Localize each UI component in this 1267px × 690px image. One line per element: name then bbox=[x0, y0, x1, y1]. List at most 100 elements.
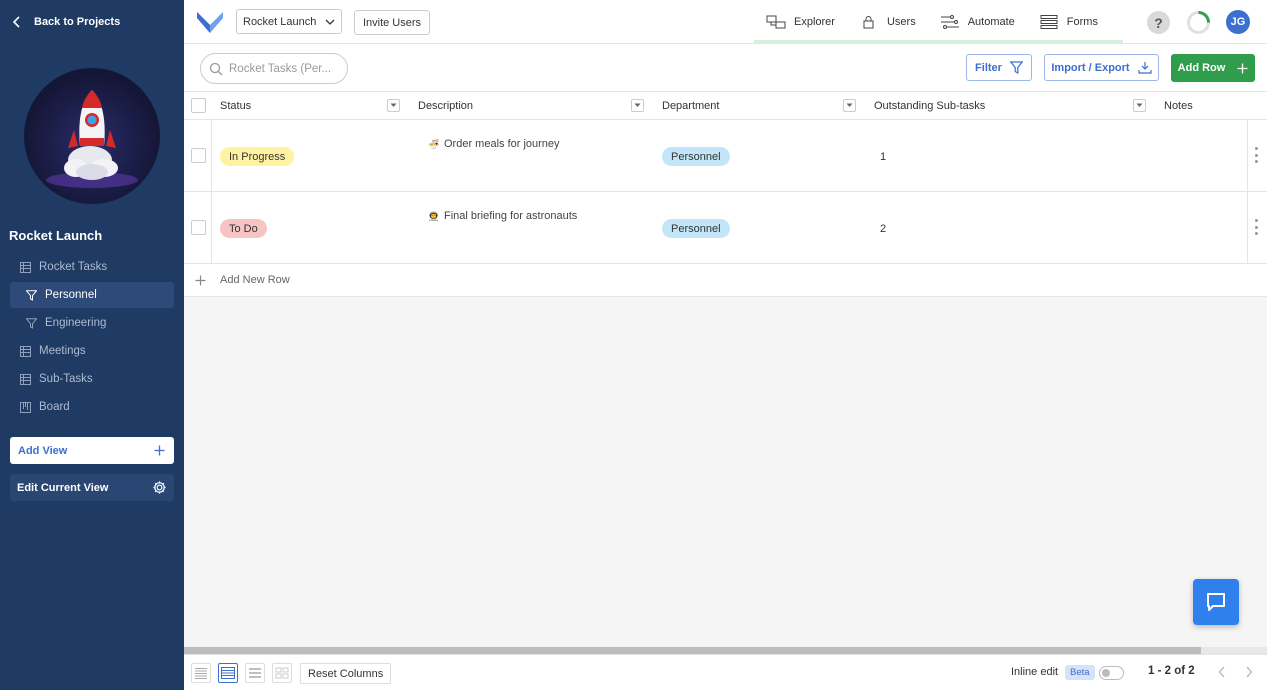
row-menu-icon[interactable] bbox=[1255, 219, 1259, 235]
back-to-projects-link[interactable]: Back to Projects bbox=[12, 12, 120, 32]
noodles-icon: 🍜 bbox=[428, 138, 440, 149]
sidebar-item-label: Rocket Tasks bbox=[39, 261, 108, 273]
add-view-button[interactable]: Add View bbox=[10, 437, 174, 464]
search-input[interactable]: Rocket Tasks (Per... bbox=[200, 53, 348, 84]
rows-compact-icon bbox=[195, 668, 207, 679]
filter-button[interactable]: Filter bbox=[966, 54, 1032, 81]
row-checkbox[interactable] bbox=[191, 148, 206, 163]
app-logo-icon[interactable] bbox=[196, 9, 224, 35]
import-export-button[interactable]: Import / Export bbox=[1044, 54, 1159, 81]
description-text: Order meals for journey bbox=[444, 138, 560, 150]
tab-label: Forms bbox=[1066, 16, 1098, 28]
department-badge[interactable]: Personnel bbox=[662, 147, 730, 166]
sidebar-item-rocket-tasks[interactable]: Rocket Tasks bbox=[10, 254, 174, 280]
subtasks-count[interactable]: 2 bbox=[880, 223, 886, 235]
board-icon bbox=[20, 401, 31, 413]
column-header-status[interactable]: Status bbox=[220, 92, 251, 120]
forms-icon bbox=[1040, 15, 1058, 29]
download-icon bbox=[1138, 62, 1152, 74]
edit-view-label: Edit Current View bbox=[17, 481, 109, 494]
row-divider bbox=[211, 120, 212, 192]
tab-forms[interactable]: Forms bbox=[1027, 0, 1110, 44]
project-select-value: Rocket Launch bbox=[243, 15, 317, 28]
table-icon bbox=[20, 261, 31, 273]
active-tab-indicator bbox=[754, 40, 1123, 43]
sidebar-item-personnel[interactable]: Personnel bbox=[10, 282, 174, 308]
column-menu-outstanding-subtasks[interactable] bbox=[1133, 99, 1146, 112]
density-grid-button[interactable] bbox=[272, 663, 292, 683]
reset-columns-button[interactable]: Reset Columns bbox=[300, 663, 392, 684]
filter-label: Filter bbox=[975, 61, 1002, 74]
user-avatar[interactable]: JG bbox=[1226, 10, 1250, 34]
row-divider bbox=[1247, 120, 1248, 192]
sidebar-item-board[interactable]: Board bbox=[10, 394, 174, 420]
table-icon bbox=[20, 373, 31, 385]
horizontal-scrollbar[interactable] bbox=[184, 647, 1267, 654]
tab-label: Users bbox=[886, 16, 916, 28]
add-new-row-button[interactable]: Add New Row bbox=[184, 264, 1267, 297]
select-all-checkbox[interactable] bbox=[191, 98, 206, 113]
density-standard-button[interactable] bbox=[218, 663, 238, 683]
density-comfortable-button[interactable] bbox=[245, 663, 265, 683]
column-menu-description[interactable] bbox=[631, 99, 644, 112]
description-cell[interactable]: 🍜 Order meals for journey bbox=[428, 138, 560, 150]
progress-ring-icon bbox=[1187, 11, 1210, 34]
project-avatar bbox=[24, 68, 160, 204]
department-badge[interactable]: Personnel bbox=[662, 219, 730, 238]
filter-icon bbox=[26, 289, 37, 301]
lock-icon bbox=[863, 16, 874, 29]
column-menu-status[interactable] bbox=[387, 99, 400, 112]
sidebar-item-engineering[interactable]: Engineering bbox=[10, 310, 174, 336]
plus-icon bbox=[154, 445, 165, 456]
status-badge[interactable]: In Progress bbox=[220, 147, 295, 166]
edit-current-view-button[interactable]: Edit Current View bbox=[10, 474, 174, 501]
row-divider bbox=[211, 192, 212, 264]
column-menu-department[interactable] bbox=[843, 99, 856, 112]
tab-explorer[interactable]: Explorer bbox=[754, 0, 847, 44]
add-row-button[interactable]: Add Row bbox=[1171, 54, 1255, 82]
help-button[interactable]: ? bbox=[1147, 11, 1170, 34]
tab-users[interactable]: Users bbox=[847, 0, 928, 44]
density-compact-button[interactable] bbox=[191, 663, 211, 683]
column-header-notes[interactable]: Notes bbox=[1164, 92, 1193, 120]
sidebar-item-label: Meetings bbox=[39, 345, 86, 357]
beta-badge: Beta bbox=[1065, 665, 1095, 680]
status-badge[interactable]: To Do bbox=[220, 219, 267, 238]
search-placeholder: Rocket Tasks (Per... bbox=[229, 62, 332, 75]
explorer-icon bbox=[766, 15, 786, 29]
inline-edit-label: Inline edit bbox=[1011, 666, 1059, 678]
row-divider bbox=[1247, 192, 1248, 264]
table-footer: Reset Columns Inline edit Beta 1 - 2 of … bbox=[184, 654, 1267, 690]
row-menu-icon[interactable] bbox=[1255, 147, 1259, 163]
scrollbar-thumb[interactable] bbox=[184, 647, 1201, 654]
chevron-down-icon bbox=[634, 103, 641, 107]
project-select[interactable]: Rocket Launch bbox=[236, 9, 342, 34]
table-row[interactable]: To Do 👨‍🚀 Final briefing for astronauts … bbox=[184, 192, 1267, 264]
subtasks-count[interactable]: 1 bbox=[880, 151, 886, 163]
description-cell[interactable]: 👨‍🚀 Final briefing for astronauts bbox=[428, 210, 577, 222]
chat-bubble-icon bbox=[1207, 593, 1225, 611]
astronaut-icon: 👨‍🚀 bbox=[428, 210, 440, 221]
inline-edit-toggle[interactable] bbox=[1099, 666, 1124, 680]
tab-label: Explorer bbox=[794, 16, 835, 28]
chevron-down-icon bbox=[846, 103, 853, 107]
chevron-down-icon bbox=[325, 19, 335, 25]
project-title: Rocket Launch bbox=[9, 228, 103, 243]
tab-automate[interactable]: Automate bbox=[928, 0, 1027, 44]
chevron-right-icon[interactable] bbox=[1245, 666, 1253, 678]
column-header-department[interactable]: Department bbox=[662, 92, 719, 120]
row-checkbox[interactable] bbox=[191, 220, 206, 235]
table-row[interactable]: In Progress 🍜 Order meals for journey Pe… bbox=[184, 120, 1267, 192]
sidebar-item-meetings[interactable]: Meetings bbox=[10, 338, 174, 364]
sidebar-item-label: Board bbox=[39, 401, 70, 413]
filter-icon bbox=[26, 317, 37, 329]
tab-label: Automate bbox=[967, 16, 1015, 28]
chat-widget-button[interactable] bbox=[1193, 579, 1239, 625]
column-header-outstanding-subtasks[interactable]: Outstanding Sub-tasks bbox=[874, 92, 985, 120]
invite-users-button[interactable]: Invite Users bbox=[354, 10, 430, 35]
column-header-description[interactable]: Description bbox=[418, 92, 473, 120]
sidebar-item-label: Engineering bbox=[45, 317, 107, 329]
chevron-left-icon[interactable] bbox=[1218, 666, 1226, 678]
sidebar-item-sub-tasks[interactable]: Sub-Tasks bbox=[10, 366, 174, 392]
top-bar: Rocket Launch Invite Users Explorer User… bbox=[184, 0, 1267, 44]
